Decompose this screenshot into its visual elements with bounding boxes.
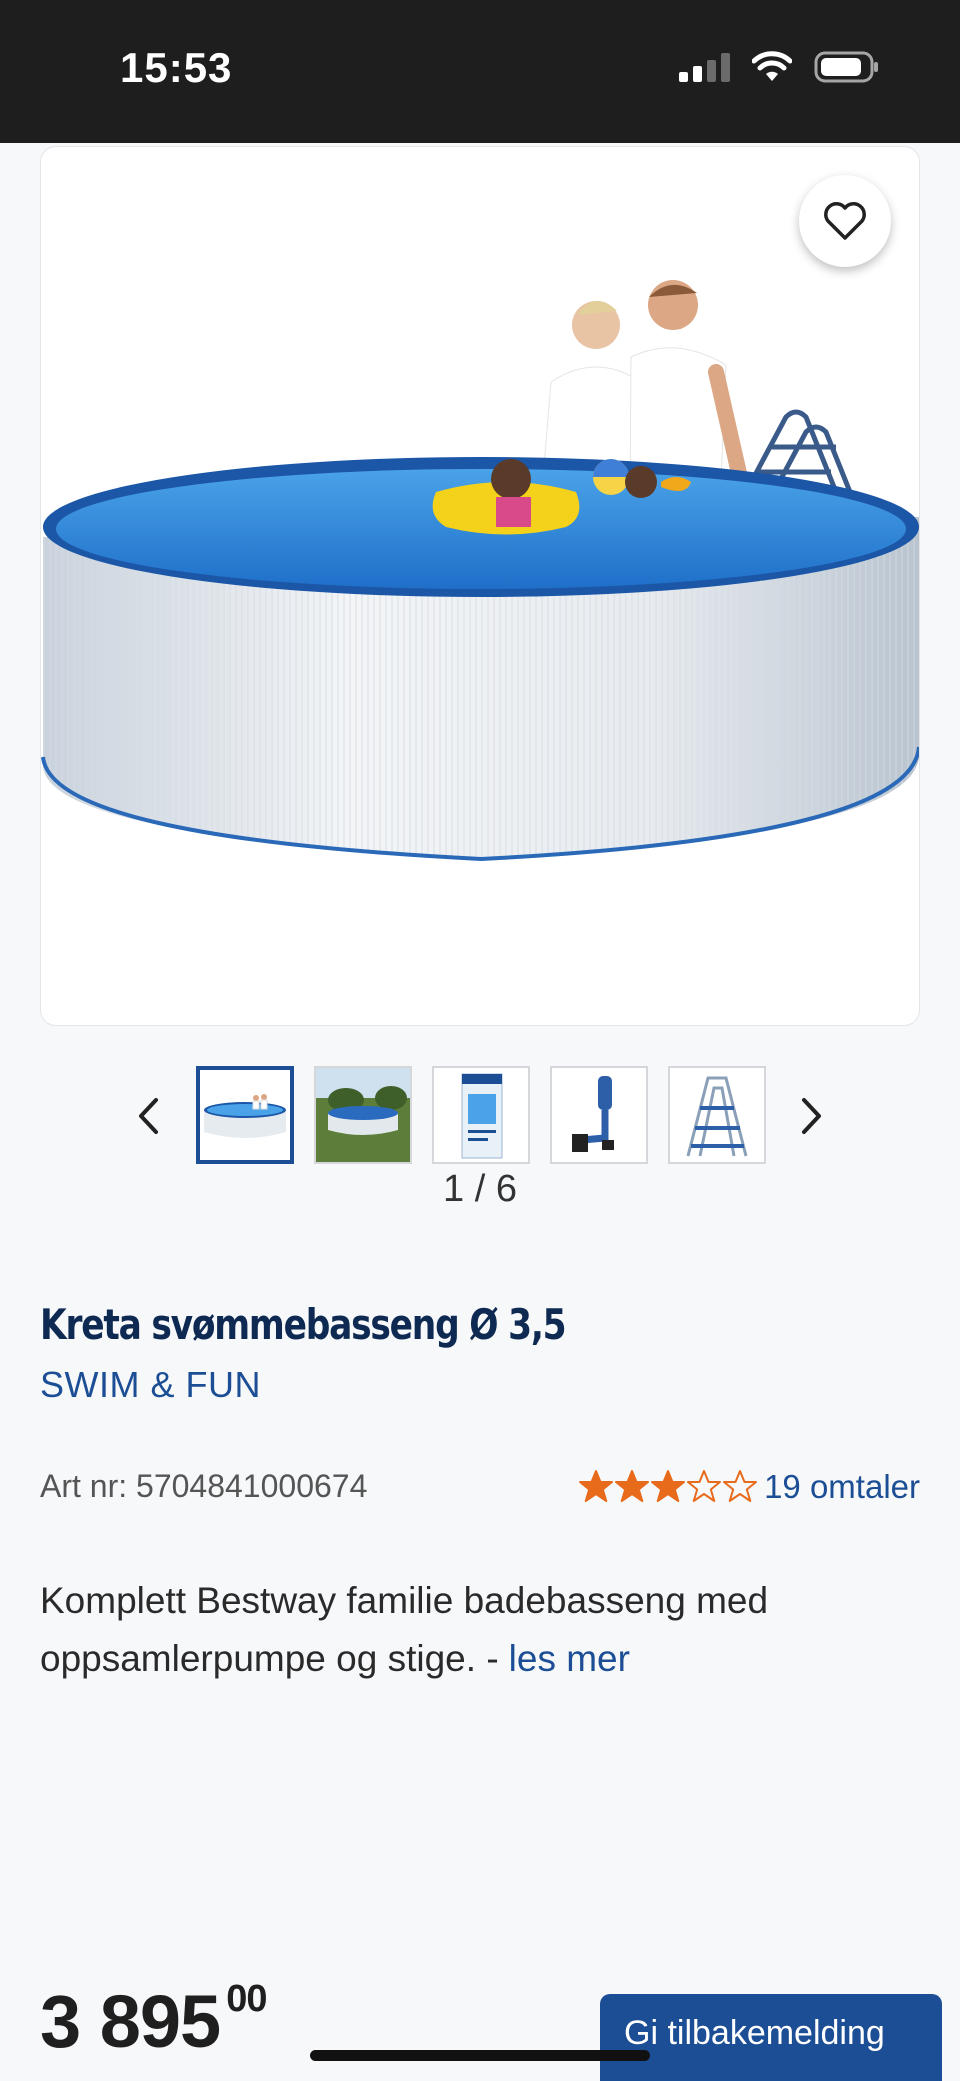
thumbnail-3[interactable] — [432, 1066, 530, 1164]
read-more-link[interactable]: les mer — [509, 1638, 630, 1679]
status-time: 15:53 — [120, 44, 233, 91]
heart-icon — [824, 202, 866, 240]
pool-illustration — [41, 280, 919, 862]
thumb-skimmer-image — [552, 1068, 646, 1162]
product-brand-link[interactable]: SWIM & FUN — [40, 1364, 261, 1406]
gallery-next-button[interactable] — [788, 1092, 836, 1140]
rating-stars — [578, 1469, 758, 1505]
thumbnail-2[interactable] — [314, 1066, 412, 1164]
star-filled-icon — [615, 1470, 650, 1502]
thumbnail-1[interactable] — [196, 1066, 294, 1164]
product-description: Komplett Bestway familie badebasseng med… — [40, 1572, 920, 1688]
chevron-right-icon — [802, 1098, 821, 1134]
article-number: Art nr: 5704841000674 — [40, 1468, 368, 1504]
price-decimals: 00 — [226, 1978, 267, 2020]
star-empty-icon — [723, 1470, 758, 1502]
star-empty-icon — [687, 1470, 722, 1502]
signal-icon — [679, 52, 730, 82]
description-text: Komplett Bestway familie badebasseng med… — [40, 1580, 769, 1679]
product-rating[interactable]: 19 omtaler — [578, 1468, 920, 1506]
thumb-pump-box-image — [434, 1068, 528, 1162]
status-icons — [679, 50, 880, 84]
reviews-link[interactable]: 19 omtaler — [764, 1468, 920, 1506]
star-filled-icon — [579, 1470, 614, 1502]
thumb-pool-image — [200, 1070, 290, 1160]
thumbnail-gallery — [0, 1066, 960, 1166]
product-image[interactable] — [40, 146, 920, 1026]
price-integer: 3 895 — [40, 1980, 221, 2063]
gallery-counter: 1 / 6 — [443, 1168, 517, 1210]
product-title: Kreta svømmebasseng Ø 3,5 — [40, 1300, 567, 1349]
gallery-prev-button[interactable] — [124, 1092, 172, 1140]
wifi-icon — [752, 51, 792, 81]
star-filled-icon — [651, 1470, 686, 1502]
thumbnail-4[interactable] — [550, 1066, 648, 1164]
feedback-button[interactable]: Gi tilbakemelding — [600, 1994, 942, 2081]
home-indicator — [310, 2050, 650, 2061]
thumbnail-5[interactable] — [668, 1066, 766, 1164]
product-price: 3 895 00 — [40, 1978, 267, 2064]
thumb-ladder-image — [670, 1068, 764, 1162]
thumb-garden-image — [316, 1068, 410, 1162]
battery-icon — [814, 51, 878, 83]
chevron-left-icon — [139, 1098, 158, 1134]
favorite-button[interactable] — [799, 175, 891, 267]
status-bar: 15:53 — [0, 0, 960, 143]
